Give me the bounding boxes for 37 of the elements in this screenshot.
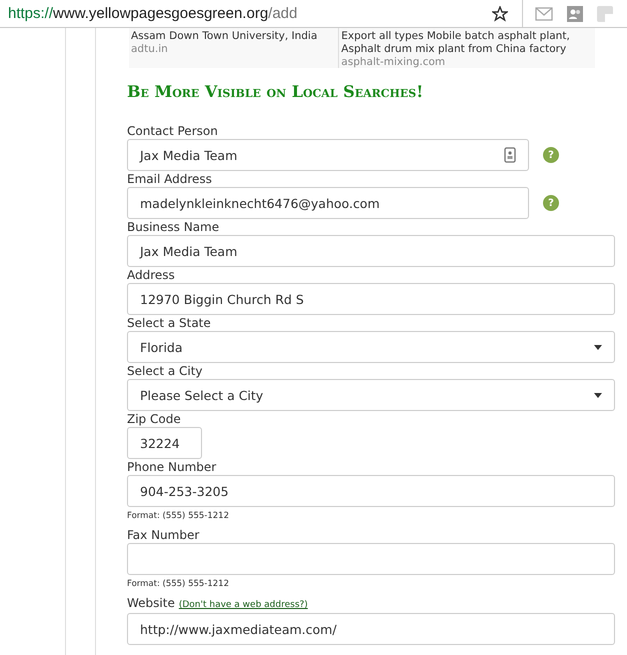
ad-domain: asphalt-mixing.com xyxy=(341,56,446,69)
ad-description: Assam Down Town University, India xyxy=(131,30,318,43)
ad-block[interactable]: Assam Down Town University, India adtu.in xyxy=(129,28,338,68)
input-field[interactable]: madelynkleinknecht6476@yahoo.com xyxy=(127,187,529,219)
input-field[interactable]: Jax Media Team xyxy=(127,235,615,267)
help-link[interactable]: (Don't have a web address?) xyxy=(178,597,308,613)
format-hint: Format: (555) 555-1212 xyxy=(127,578,229,590)
mail-icon[interactable] xyxy=(535,6,553,20)
field-label: Website xyxy=(127,595,175,611)
field-label: Email Address xyxy=(127,171,212,187)
caret-icon xyxy=(594,392,602,398)
input-field[interactable]: Jax Media Team xyxy=(127,139,529,171)
ad-description: Export all types Mobile batch asphalt plant, Asphalt drum mix plant from China factory xyxy=(341,30,571,56)
field-label: Fax Number xyxy=(127,527,200,543)
field-label: Contact Person xyxy=(127,123,218,139)
input-field[interactable]: 32224 xyxy=(127,427,202,459)
address-bar[interactable]: https://www.yellowpagesgoesgreen.org/add xyxy=(0,5,492,22)
field-label: Zip Code xyxy=(127,411,181,427)
input-field[interactable]: http://www.jaxmediateam.com/ xyxy=(127,613,615,645)
section-heading: Be More Visible on Local Searches! xyxy=(127,82,424,101)
format-hint: Format: (555) 555-1212 xyxy=(127,510,229,522)
ad-domain: adtu.in xyxy=(131,43,169,56)
field-label: Business Name xyxy=(127,219,220,235)
input-field[interactable]: 904-253-3205 xyxy=(127,475,615,507)
field-label: Select a State xyxy=(127,315,211,331)
contacts-icon[interactable] xyxy=(567,6,583,22)
caret-icon xyxy=(594,344,602,350)
input-field[interactable] xyxy=(127,543,615,575)
input-field[interactable]: 12970 Biggin Church Rd S xyxy=(127,283,615,315)
select-dropdown[interactable]: Florida xyxy=(127,331,615,363)
star-icon[interactable] xyxy=(492,6,508,22)
select-dropdown[interactable]: Please Select a City xyxy=(127,379,615,411)
ad-block[interactable]: Export all types Mobile batch asphalt plant, Asphalt drum mix plant from China factory asphalt-mixing.com xyxy=(338,28,595,68)
field-label: Phone Number xyxy=(127,459,216,475)
contact-card-icon[interactable] xyxy=(504,147,516,163)
field-label: Select a City xyxy=(127,363,203,379)
field-label: Address xyxy=(127,267,175,283)
